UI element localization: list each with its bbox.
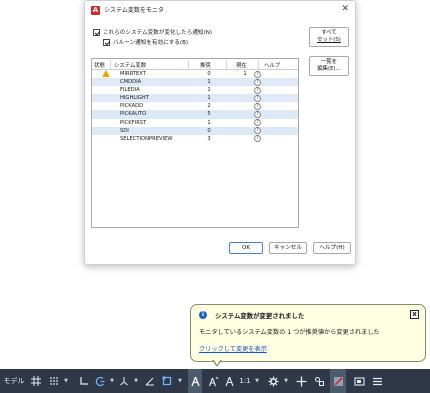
- table-row[interactable]: MIRRTEXT 0 1?: [92, 70, 298, 78]
- plus-icon[interactable]: [294, 369, 308, 393]
- cancel-button[interactable]: キャンセル: [269, 242, 307, 254]
- help-icon[interactable]: ?: [254, 94, 261, 102]
- help-icon[interactable]: ?: [254, 70, 261, 78]
- recommended-value: 3: [207, 135, 211, 142]
- col-sysvar[interactable]: システム変数: [114, 61, 146, 69]
- reset-all-button[interactable]: すべて セット(S): [309, 27, 349, 47]
- auto-scale-icon[interactable]: [206, 369, 220, 393]
- balloon-checkbox-label: バルーン通知を有効にする(B): [113, 40, 189, 46]
- gear-icon[interactable]: [266, 369, 280, 393]
- isodraft-dropdown-caret-icon[interactable]: ▼: [132, 369, 140, 393]
- monitor-sysvar-dialog: A システム変数をモニタ ✕ これらのシステム変数が変化したら通知(N) バルー…: [84, 0, 356, 265]
- close-icon[interactable]: ✕: [341, 4, 349, 14]
- table-rows: MIRRTEXT 0 1? CMDDIA 1? FILEDIA 1? HIGHLIGHT 1? P…: [92, 70, 298, 143]
- show-changes-link[interactable]: クリックして変更を表示: [199, 344, 267, 353]
- sysvar-name: SELECTIONPREVIEW: [120, 135, 173, 142]
- polar-dropdown-caret-icon[interactable]: ▼: [108, 369, 116, 393]
- menu-icon[interactable]: [370, 369, 384, 393]
- balloon-checkbox-row[interactable]: バルーン通知を有効にする(B): [103, 38, 188, 46]
- recommended-value: 1: [207, 119, 211, 126]
- recommended-value: 2: [207, 103, 211, 110]
- table-row[interactable]: HIGHLIGHT 1?: [92, 94, 298, 103]
- sysvar-changed-balloon[interactable]: i システム変数が変更されました x モニタしているシステム変数の 1 つが推奨…: [190, 304, 426, 362]
- object-snap-icon[interactable]: [160, 369, 174, 393]
- edit-list-button[interactable]: 一覧を 編集(E)...: [309, 56, 349, 76]
- table-row[interactable]: PICKFIRST 1?: [92, 119, 298, 127]
- polar-tracking-icon[interactable]: [94, 369, 106, 393]
- table-row[interactable]: FILEDIA 1?: [92, 86, 298, 94]
- annotation-visibility-icon[interactable]: [188, 369, 202, 393]
- warning-icon: [102, 70, 110, 77]
- notify-checkbox-label: これらのシステム変数が変化したら通知(N): [103, 30, 213, 36]
- balloon-title: システム変数が変更されました: [215, 312, 305, 320]
- col-status[interactable]: 状態: [94, 61, 105, 69]
- scale-dropdown-caret-icon[interactable]: ▼: [253, 369, 261, 393]
- recommended-value: 1: [207, 79, 211, 86]
- status-bar: モデル ▼ ▼ ▼ ▼ 1:1 ▼ ▼: [0, 369, 430, 393]
- recommended-value: 1: [207, 95, 211, 102]
- autocad-app-icon: A: [91, 6, 100, 15]
- clean-screen-icon[interactable]: [352, 369, 366, 393]
- help-icon[interactable]: ?: [254, 119, 261, 127]
- help-icon[interactable]: ?: [254, 86, 261, 94]
- table-row[interactable]: SELECTIONPREVIEW 3?: [92, 135, 298, 143]
- help-button[interactable]: ヘルプ(H): [313, 242, 351, 254]
- object-snap-tracking-icon[interactable]: [144, 369, 156, 393]
- sysvar-name: PICKADD: [120, 103, 144, 110]
- ortho-icon[interactable]: [78, 369, 90, 393]
- workspace-dropdown-caret-icon[interactable]: ▼: [282, 369, 290, 393]
- notify-checkbox[interactable]: [93, 28, 100, 36]
- balloon-checkbox[interactable]: [103, 38, 110, 46]
- edit-list-label-1: 一覧を: [320, 59, 338, 65]
- help-icon[interactable]: ?: [254, 127, 261, 135]
- scale-value[interactable]: 1:1: [238, 369, 252, 393]
- snap-dropdown-caret-icon[interactable]: ▼: [62, 369, 70, 393]
- sysvar-name: FILEDIA: [120, 87, 140, 94]
- help-icon[interactable]: ?: [254, 78, 261, 86]
- osnap-dropdown-caret-icon[interactable]: ▼: [176, 369, 184, 393]
- isodraft-icon[interactable]: [118, 369, 130, 393]
- sysvar-name: HIGHLIGHT: [120, 95, 149, 102]
- reset-all-label-2: セット(S): [317, 37, 341, 43]
- table-row[interactable]: CMDDIA 1?: [92, 78, 298, 87]
- table-row[interactable]: PICKAUTO 5?: [92, 110, 298, 119]
- table-row[interactable]: SDI 0?: [92, 126, 298, 135]
- notify-checkbox-row[interactable]: これらのシステム変数が変化したら通知(N): [93, 28, 212, 36]
- sysvar-name: PICKAUTO: [120, 111, 147, 118]
- reset-all-label-1: すべて: [321, 30, 337, 36]
- recommended-value: 0: [207, 71, 211, 77]
- sysvar-name: PICKFIRST: [120, 119, 147, 126]
- grid-icon[interactable]: [30, 369, 42, 393]
- edit-list-label-2: 編集(E)...: [317, 66, 341, 72]
- sysvar-table: 状態 システム変数 推奨 現在 ヘルプ MIRRTEXT 0 1? CMDDIA 1? F…: [91, 58, 299, 228]
- recommended-value: 1: [207, 87, 211, 94]
- sysvar-name: SDI: [120, 127, 129, 134]
- help-icon[interactable]: ?: [254, 110, 261, 118]
- help-icon[interactable]: ?: [254, 102, 261, 110]
- dialog-title: システム変数をモニタ: [104, 7, 164, 14]
- balloon-message: モニタしているシステム変数の 1 つが推奨値から変更されました: [199, 329, 380, 336]
- ok-button[interactable]: OK: [229, 242, 263, 254]
- help-icon[interactable]: ?: [254, 135, 261, 143]
- balloon-close-icon[interactable]: x: [410, 310, 419, 319]
- sysvar-name: CMDDIA: [120, 79, 142, 86]
- col-recommended[interactable]: 推奨: [200, 61, 211, 69]
- recommended-value: 5: [207, 111, 211, 118]
- col-current[interactable]: 現在: [236, 61, 247, 69]
- col-help[interactable]: ヘルプ: [264, 61, 280, 69]
- table-row[interactable]: PICKADD 2?: [92, 102, 298, 110]
- snap-icon[interactable]: [48, 369, 60, 393]
- isolate-objects-icon[interactable]: [312, 369, 326, 393]
- sysvar-name: MIRRTEXT: [120, 71, 146, 77]
- recommended-value: 0: [207, 127, 211, 134]
- model-space-toggle[interactable]: モデル: [2, 369, 26, 393]
- dialog-titlebar: A システム変数をモニタ ✕: [85, 1, 355, 21]
- sysvar-monitor-icon[interactable]: [330, 369, 346, 393]
- annotation-scale-icon[interactable]: [222, 369, 236, 393]
- table-header: 状態 システム変数 推奨 現在 ヘルプ: [92, 59, 298, 70]
- info-icon: i: [199, 311, 207, 319]
